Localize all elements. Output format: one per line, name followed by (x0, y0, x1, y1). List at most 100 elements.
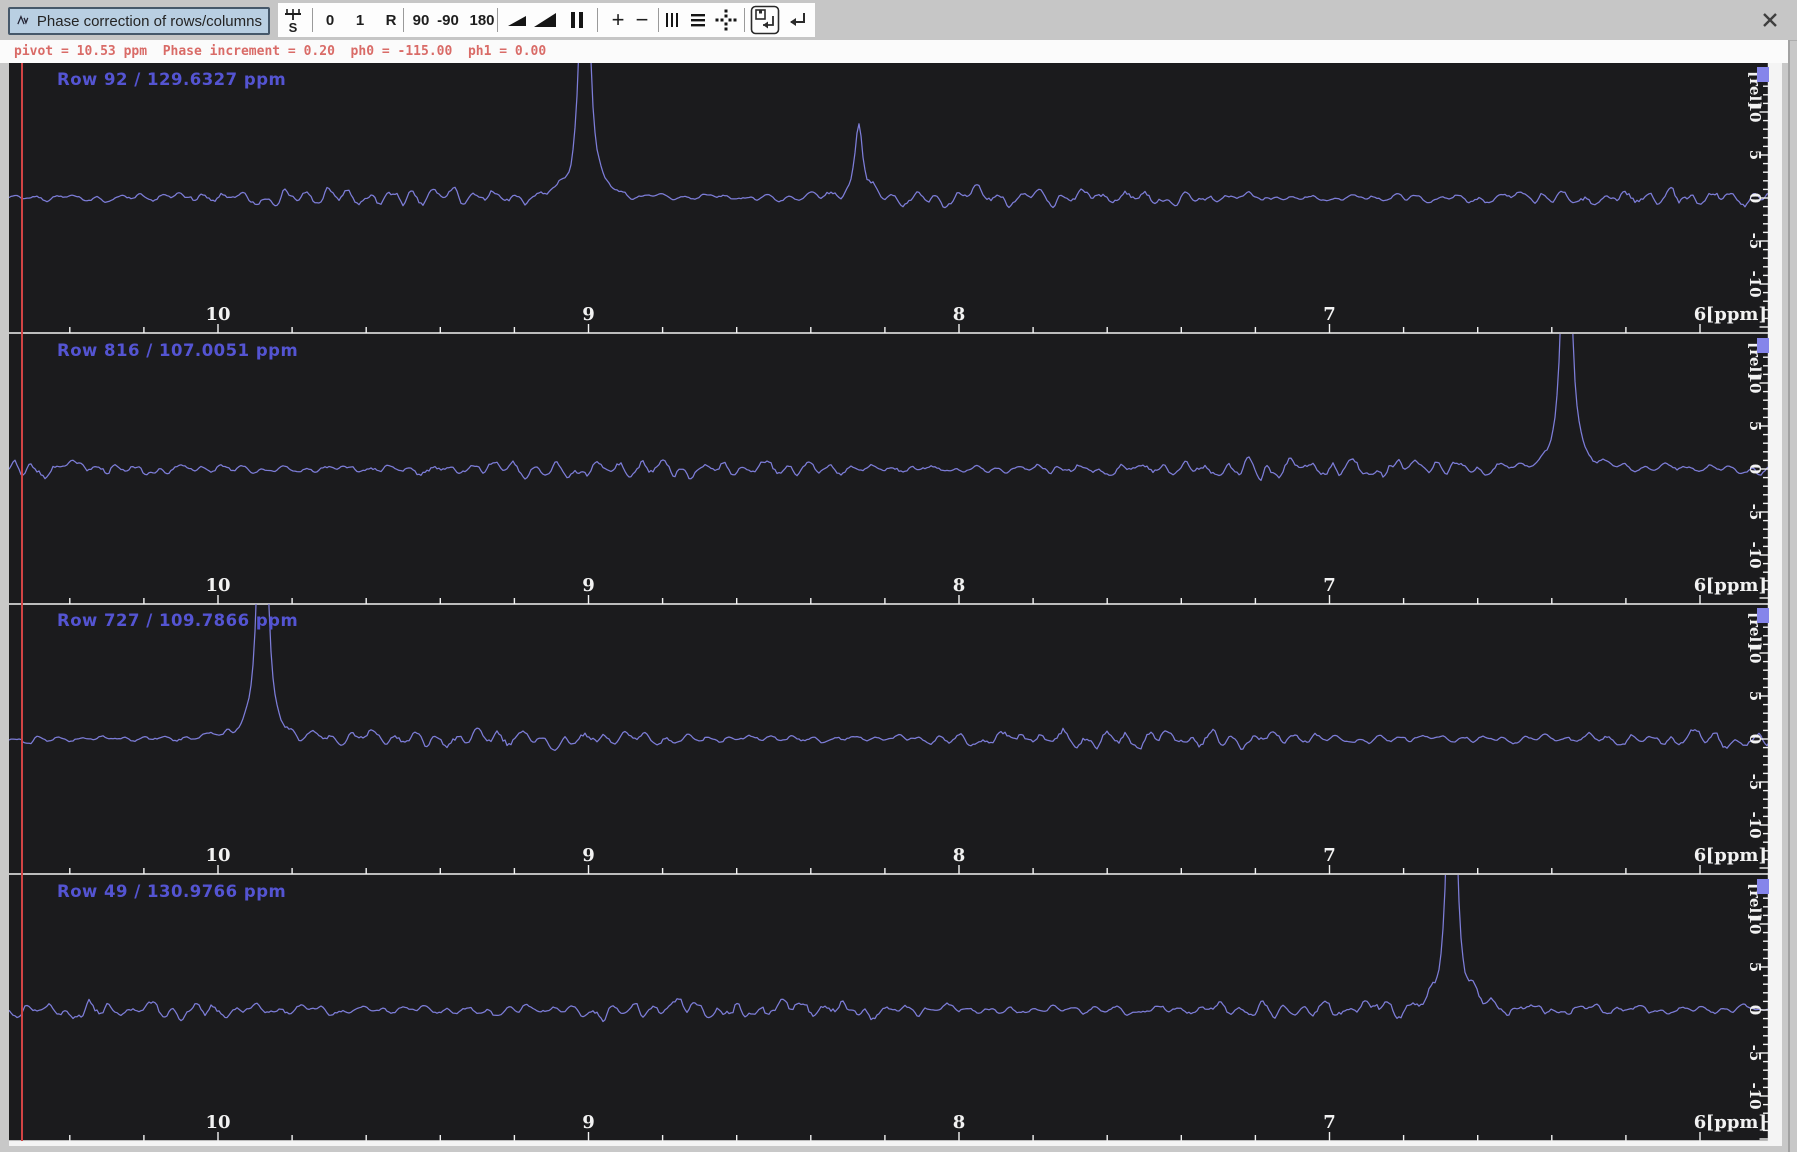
row-marker (1757, 608, 1769, 623)
spectrum-canvas-1[interactable]: 10 9 8 7 6 [ppm]1050-5-10[rel] (9, 63, 1769, 334)
pivot-line[interactable] (20, 63, 23, 1141)
rel-tick-label: 0 (1746, 1004, 1764, 1014)
row-label: Row 816 / 107.0051 ppm (57, 340, 299, 360)
toolbar-button-strip: S 0 1 R 90 -90 180 + − (278, 3, 815, 37)
ppm-tick-label: 10 (205, 575, 230, 596)
svg-text:S: S (289, 20, 298, 35)
spectrum-panel-1: 10 9 8 7 6 [ppm] 10 5 0 -5 -10 [rel] Row 92 / 129.63… (0, 63, 1797, 334)
rel-tick-label: 5 (1746, 961, 1764, 971)
phase-correction-mode-button[interactable]: Phase correction of rows/columns (8, 7, 270, 35)
decrease-button[interactable]: − (636, 3, 649, 37)
separator (658, 8, 659, 32)
ppm-tick-label: 10 (205, 1112, 230, 1133)
ppm-tick-label: 6 (1694, 304, 1707, 325)
row-marker (1757, 337, 1769, 353)
vertical-layout-button[interactable] (664, 3, 680, 37)
rel-tick-label: 0 (1746, 193, 1764, 203)
toolbar: Phase correction of rows/columns S 0 1 R… (0, 0, 1797, 41)
ppm-tick-label: 7 (1323, 304, 1336, 325)
ppm-tick-label: 10 (205, 304, 230, 325)
ppm-tick-label: 8 (953, 575, 966, 596)
pause-icon (571, 12, 583, 28)
ppm-tick-label: 9 (582, 1112, 595, 1133)
ppm-tick-label: 6 (1694, 845, 1707, 866)
row-label: Row 92 / 129.6327 ppm (57, 70, 287, 89)
ppm-tick-label: 7 (1323, 575, 1336, 596)
ramp-shallow-icon (508, 16, 526, 26)
phase-90-button[interactable]: 90 (413, 3, 430, 37)
separator (312, 8, 313, 32)
return-button[interactable] (783, 3, 809, 37)
rel-tick-label: 5 (1746, 691, 1764, 701)
phase-parameters-text: pivot = 10.53 ppm Phase increment = 0.20… (14, 44, 547, 59)
ppm-unit-label: [ppm] (1706, 1112, 1767, 1133)
separator (597, 8, 598, 32)
separator (497, 8, 498, 32)
ppm-tick-label: 9 (582, 575, 595, 596)
phase-minus90-button[interactable]: -90 (437, 3, 459, 37)
dot-grid-icon (715, 9, 737, 31)
set-pivot-button[interactable]: S (282, 3, 304, 37)
return-icon (790, 13, 805, 26)
pivot-scale-icon: S (285, 9, 301, 35)
vertical-lines-icon (666, 13, 678, 27)
rel-tick-label: -10 (1746, 270, 1764, 297)
rel-tick-label: -5 (1746, 774, 1764, 791)
row-marker (1757, 878, 1769, 894)
phase-180-button[interactable]: 180 (469, 3, 494, 37)
pause-button[interactable] (570, 3, 584, 37)
ppm-tick-label: 6 (1694, 575, 1707, 596)
ppm-tick-label: 7 (1323, 845, 1336, 866)
ramp-steep-icon (534, 13, 556, 27)
spectrum-panel-3: 10 9 8 7 6 [ppm] 10 5 0 -5 -10 [rel] Row 727 / 109.7… (0, 604, 1797, 875)
rel-tick-label: 5 (1746, 420, 1764, 430)
row-marker (1757, 67, 1769, 82)
spectrum-canvas-2[interactable]: 10 9 8 7 6 [ppm]1050-5-10[rel] (9, 333, 1769, 605)
phase-button-label: Phase correction of rows/columns (36, 12, 262, 30)
ppm-tick-label: 8 (953, 304, 966, 325)
rel-tick-label: -10 (1746, 811, 1764, 838)
spectrum-panel-4: 10 9 8 7 6 [ppm] 10 5 0 -5 -10 [rel] Row 49 / 130.97… (0, 874, 1797, 1142)
ppm-tick-label: 8 (953, 845, 966, 866)
reset-button[interactable]: R (386, 3, 397, 37)
phase-correction-window: Phase correction of rows/columns S 0 1 R… (0, 0, 1797, 1152)
rel-tick-label: 0 (1746, 463, 1764, 473)
spectrum-panel-2: 10 9 8 7 6 [ppm] 10 5 0 -5 -10 [rel] Row 816 / 107.0… (0, 333, 1797, 605)
close-icon (1763, 13, 1777, 27)
ppm-tick-label: 9 (582, 304, 595, 325)
ph0-button[interactable]: 0 (326, 3, 334, 37)
spectrum-canvas-4[interactable]: 10 9 8 7 6 [ppm]1050-5-10[rel] (9, 874, 1769, 1142)
ppm-tick-label: 7 (1323, 1112, 1336, 1133)
rel-tick-label: -10 (1746, 1082, 1764, 1109)
ppm-unit-label: [ppm] (1706, 304, 1767, 325)
ppm-unit-label: [ppm] (1706, 575, 1767, 596)
status-bar: pivot = 10.53 ppm Phase increment = 0.20… (0, 40, 1790, 63)
spectrum-canvas-3[interactable]: 10 9 8 7 6 [ppm]1050-5-10[rel] (9, 604, 1769, 875)
rel-tick-label: -10 (1746, 541, 1764, 568)
row-label: Row 49 / 130.9766 ppm (57, 881, 287, 901)
ph1-button[interactable]: 1 (356, 3, 364, 37)
rel-tick-label: 5 (1746, 150, 1764, 160)
close-button[interactable] (1756, 6, 1784, 34)
canvas-bottom-margin (9, 1141, 1782, 1146)
ramp-steep-button[interactable] (532, 3, 558, 37)
ramp-shallow-button[interactable] (506, 3, 528, 37)
rel-tick-label: -5 (1746, 503, 1764, 520)
ppm-tick-label: 6 (1694, 1112, 1707, 1133)
ppm-unit-label: [ppm] (1706, 845, 1767, 866)
phase-wave-icon (17, 15, 29, 25)
increase-button[interactable]: + (612, 3, 625, 37)
ppm-tick-label: 9 (582, 845, 595, 866)
horizontal-lines-icon (691, 14, 705, 27)
grid-layout-button[interactable] (714, 3, 738, 37)
separator (403, 8, 404, 32)
row-label: Row 727 / 109.7866 ppm (57, 611, 299, 630)
ppm-tick-label: 10 (205, 845, 230, 866)
save-return-icon (750, 5, 780, 35)
horizontal-layout-button[interactable] (689, 3, 707, 37)
ppm-tick-label: 8 (953, 1112, 966, 1133)
rel-tick-label: 0 (1746, 734, 1764, 744)
rel-tick-label: -5 (1746, 233, 1764, 250)
save-and-return-button[interactable] (750, 3, 780, 37)
rel-tick-label: -5 (1746, 1044, 1764, 1061)
